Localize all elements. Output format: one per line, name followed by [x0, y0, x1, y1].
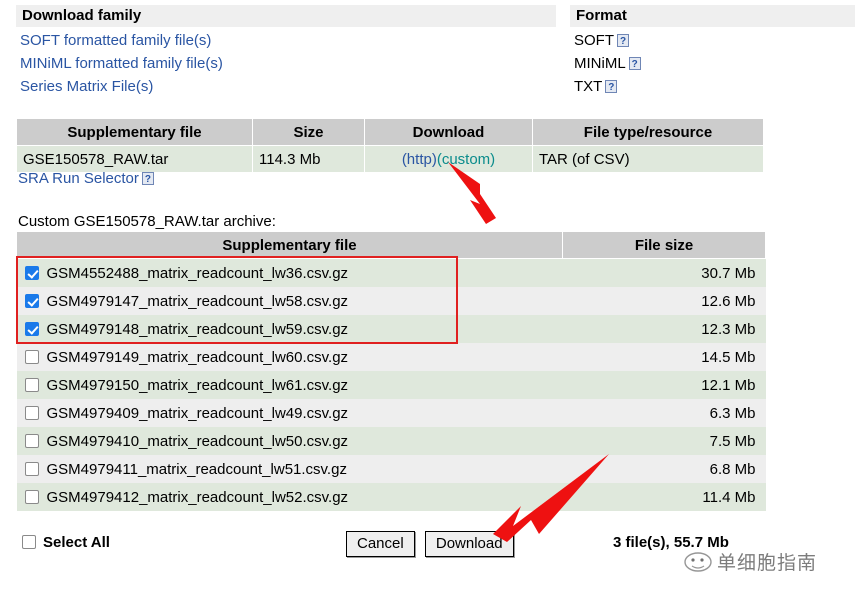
file-checkbox[interactable]	[24, 321, 39, 336]
archive-file-cell: GSM4979147_matrix_readcount_lw58.csv.gz	[16, 287, 563, 315]
format-row-miniml: MINiML?	[574, 52, 854, 75]
help-icon-txt[interactable]: ?	[605, 80, 618, 93]
col-archive-file-size: File size	[562, 231, 766, 259]
supplementary-file-table: Supplementary file Size Download File ty…	[16, 118, 764, 173]
custom-archive-table: Supplementary file File size GSM4552488_…	[16, 231, 766, 511]
archive-file-size: 7.5 Mb	[562, 427, 766, 455]
archive-file-row: GSM4979149_matrix_readcount_lw60.csv.gz 1…	[16, 343, 766, 371]
file-checkbox[interactable]	[24, 265, 39, 280]
archive-file-size: 6.3 Mb	[562, 399, 766, 427]
file-checkbox[interactable]	[24, 349, 39, 364]
archive-file-cell: GSM4979411_matrix_readcount_lw51.csv.gz	[16, 455, 563, 483]
archive-file-cell: GSM4979150_matrix_readcount_lw61.csv.gz	[16, 371, 563, 399]
archive-file-size: 12.3 Mb	[562, 315, 766, 343]
archive-file-name: GSM4979148_matrix_readcount_lw59.csv.gz	[46, 320, 349, 338]
archive-file-cell: GSM4979412_matrix_readcount_lw52.csv.gz	[16, 483, 563, 511]
format-header: Format	[570, 5, 855, 27]
link-custom-download[interactable]: (custom)	[437, 151, 495, 168]
cell-file-name: GSE150578_RAW.tar	[16, 145, 253, 173]
link-soft-family-file[interactable]: SOFT formatted family file(s)	[20, 29, 560, 52]
file-checkbox[interactable]	[24, 461, 39, 476]
footer-buttons: Cancel Download	[346, 531, 520, 557]
archive-file-size: 14.5 Mb	[562, 343, 766, 371]
watermark-text: 单细胞指南	[717, 552, 818, 574]
cell-download-links: (http)(custom)	[364, 145, 533, 173]
archive-file-name: GSM4979411_matrix_readcount_lw51.csv.gz	[46, 460, 347, 478]
archive-file-name: GSM4979412_matrix_readcount_lw52.csv.gz	[46, 488, 349, 506]
link-miniml-family-file[interactable]: MINiML formatted family file(s)	[20, 52, 560, 75]
download-family-header: Download family	[16, 5, 556, 27]
link-series-matrix-file[interactable]: Series Matrix File(s)	[20, 75, 560, 98]
format-row-soft: SOFT?	[574, 29, 854, 52]
col-supplementary-file: Supplementary file	[16, 118, 253, 146]
custom-archive-label: Custom GSE150578_RAW.tar archive:	[18, 213, 276, 230]
select-all-checkbox[interactable]	[22, 535, 36, 549]
archive-file-cell: GSM4979410_matrix_readcount_lw50.csv.gz	[16, 427, 563, 455]
archive-file-name: GSM4552488_matrix_readcount_lw36.csv.gz	[46, 264, 349, 282]
format-label-soft: SOFT	[574, 32, 614, 49]
help-icon-miniml[interactable]: ?	[628, 57, 641, 70]
archive-file-cell: GSM4552488_matrix_readcount_lw36.csv.gz	[16, 258, 563, 287]
archive-file-row: GSM4979147_matrix_readcount_lw58.csv.gz 1…	[16, 287, 766, 315]
file-checkbox[interactable]	[24, 405, 39, 420]
archive-file-name: GSM4979409_matrix_readcount_lw49.csv.gz	[46, 404, 349, 422]
link-http-download[interactable]: (http)	[402, 151, 437, 168]
archive-file-row: GSM4552488_matrix_readcount_lw36.csv.gz 3…	[16, 258, 766, 287]
file-checkbox[interactable]	[24, 293, 39, 308]
download-button[interactable]: Download	[424, 531, 514, 557]
col-size: Size	[252, 118, 365, 146]
file-checkbox[interactable]	[24, 433, 39, 448]
help-icon-sra[interactable]: ?	[141, 172, 154, 185]
archive-file-cell: GSM4979148_matrix_readcount_lw59.csv.gz	[16, 315, 563, 343]
archive-file-name: GSM4979150_matrix_readcount_lw61.csv.gz	[46, 376, 349, 394]
select-all-label: Select All	[43, 534, 110, 551]
archive-file-size: 11.4 Mb	[562, 483, 766, 511]
table-row: GSE150578_RAW.tar 114.3 Mb (http)(custom…	[16, 145, 764, 173]
cell-file-size: 114.3 Mb	[252, 145, 365, 173]
archive-file-row: GSM4979412_matrix_readcount_lw52.csv.gz 1…	[16, 483, 766, 511]
archive-file-size: 6.8 Mb	[562, 455, 766, 483]
format-row-txt: TXT?	[574, 75, 854, 98]
format-label-txt: TXT	[574, 78, 603, 95]
archive-file-size: 12.6 Mb	[562, 287, 766, 315]
archive-file-cell: GSM4979409_matrix_readcount_lw49.csv.gz	[16, 399, 563, 427]
archive-file-row: GSM4979411_matrix_readcount_lw51.csv.gz 6…	[16, 455, 766, 483]
download-family-links: SOFT formatted family file(s) MINiML for…	[20, 29, 560, 98]
col-download: Download	[364, 118, 533, 146]
archive-file-row: GSM4979410_matrix_readcount_lw50.csv.gz 7…	[16, 427, 766, 455]
archive-header-row: Supplementary file File size	[16, 231, 766, 259]
cancel-button[interactable]: Cancel	[346, 531, 415, 557]
archive-file-name: GSM4979410_matrix_readcount_lw50.csv.gz	[46, 432, 349, 450]
file-checkbox[interactable]	[24, 377, 39, 392]
file-checkbox[interactable]	[24, 489, 39, 504]
link-sra-run-selector[interactable]: SRA Run Selector	[18, 170, 139, 187]
col-archive-supplementary-file: Supplementary file	[16, 231, 563, 259]
archive-file-row: GSM4979409_matrix_readcount_lw49.csv.gz 6…	[16, 399, 766, 427]
archive-file-name: GSM4979147_matrix_readcount_lw58.csv.gz	[46, 292, 349, 310]
archive-file-cell: GSM4979149_matrix_readcount_lw60.csv.gz	[16, 343, 563, 371]
help-icon-soft[interactable]: ?	[617, 34, 629, 47]
select-all-control[interactable]: Select All	[22, 534, 110, 551]
watermark-logo-icon	[684, 551, 712, 572]
format-label-miniml: MINiML	[574, 55, 626, 72]
page-root: Download family Format SOFT formatted fa…	[0, 0, 859, 593]
archive-file-size: 12.1 Mb	[562, 371, 766, 399]
archive-file-size: 30.7 Mb	[562, 258, 766, 287]
format-values: SOFT? MINiML? TXT?	[574, 29, 854, 98]
col-file-type: File type/resource	[532, 118, 764, 146]
archive-file-row: GSM4979150_matrix_readcount_lw61.csv.gz 1…	[16, 371, 766, 399]
cell-file-type: TAR (of CSV)	[532, 145, 764, 173]
watermark: 单细胞指南	[683, 548, 817, 575]
archive-file-name: GSM4979149_matrix_readcount_lw60.csv.gz	[46, 348, 349, 366]
sra-run-selector: SRA Run Selector?	[18, 170, 154, 187]
table-header-row: Supplementary file Size Download File ty…	[16, 118, 764, 146]
archive-file-row: GSM4979148_matrix_readcount_lw59.csv.gz 1…	[16, 315, 766, 343]
